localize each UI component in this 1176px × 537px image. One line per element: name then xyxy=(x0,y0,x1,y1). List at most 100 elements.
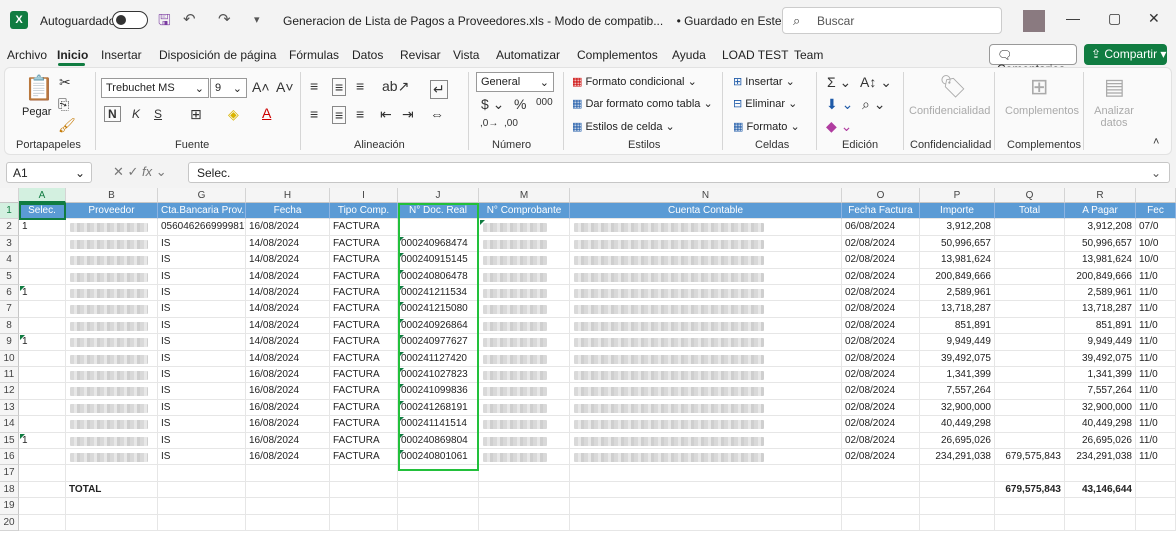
table-cell[interactable]: 679,575,843 xyxy=(995,481,1065,499)
sort-filter-icon[interactable]: A↕ ⌄ xyxy=(860,74,892,91)
table-cell[interactable] xyxy=(19,301,66,318)
table-cell[interactable]: 13,981,624 xyxy=(1065,252,1136,269)
percent-icon[interactable]: % xyxy=(514,96,526,112)
tab-automatizar[interactable]: Automatizar xyxy=(496,48,560,62)
header-cell[interactable]: Total xyxy=(995,203,1065,220)
table-cell[interactable] xyxy=(570,481,842,499)
table-cell[interactable]: 02/08/2024 xyxy=(842,432,920,449)
table-cell[interactable] xyxy=(66,514,158,531)
row-header[interactable]: 12 xyxy=(0,383,19,400)
table-cell[interactable] xyxy=(479,268,570,285)
font-size-select[interactable]: 9 ⌄ xyxy=(210,78,247,98)
tab-revisar[interactable]: Revisar xyxy=(400,48,441,62)
tab-datos[interactable]: Datos xyxy=(352,48,383,62)
redo-icon[interactable]: ↷ xyxy=(218,10,231,28)
table-cell[interactable] xyxy=(158,465,246,482)
table-cell[interactable] xyxy=(479,219,570,236)
table-cell[interactable]: IS xyxy=(158,432,246,449)
tab-disposicion[interactable]: Disposición de página xyxy=(159,48,276,62)
table-cell[interactable] xyxy=(570,399,842,417)
table-cell[interactable]: 200,849,666 xyxy=(920,268,995,285)
table-cell[interactable]: 000240801061 xyxy=(398,449,479,466)
table-cell[interactable]: IS xyxy=(158,350,246,367)
table-cell[interactable] xyxy=(995,334,1065,351)
table-cell[interactable]: 50,996,657 xyxy=(920,235,995,253)
table-cell[interactable] xyxy=(19,481,66,499)
table-cell[interactable] xyxy=(66,432,158,449)
table-cell[interactable] xyxy=(995,252,1065,269)
table-cell[interactable] xyxy=(66,301,158,318)
currency-icon[interactable]: $ ⌄ xyxy=(481,96,504,113)
table-cell[interactable]: 3,912,208 xyxy=(1065,219,1136,236)
table-cell[interactable] xyxy=(479,367,570,384)
table-cell[interactable] xyxy=(66,383,158,400)
table-cell[interactable] xyxy=(995,416,1065,433)
table-cell[interactable] xyxy=(995,350,1065,367)
table-cell[interactable] xyxy=(246,465,330,482)
table-cell[interactable] xyxy=(19,416,66,433)
table-cell[interactable]: 16/08/2024 xyxy=(246,399,330,417)
row-header[interactable]: 7 xyxy=(0,301,19,318)
tab-vista[interactable]: Vista xyxy=(453,48,479,62)
row-header[interactable]: 8 xyxy=(0,317,19,335)
conditional-format-button[interactable]: ▦ Formato condicional ⌄ xyxy=(572,75,697,88)
format-cells-button[interactable]: ▦ Formato ⌄ xyxy=(733,120,800,133)
table-cell[interactable]: IS xyxy=(158,383,246,400)
table-cell[interactable] xyxy=(66,268,158,285)
table-cell[interactable]: 000240968474 xyxy=(398,235,479,253)
table-cell[interactable]: 000241099836 xyxy=(398,383,479,400)
table-cell[interactable] xyxy=(19,383,66,400)
table-cell[interactable] xyxy=(842,514,920,531)
table-cell[interactable]: 2,589,961 xyxy=(1065,285,1136,302)
table-cell[interactable] xyxy=(479,383,570,400)
table-cell[interactable] xyxy=(570,514,842,531)
table-cell[interactable] xyxy=(158,514,246,531)
table-cell[interactable]: 000241127420 xyxy=(398,350,479,367)
table-cell[interactable] xyxy=(19,317,66,335)
header-cell[interactable]: Cta.Bancaria Prov. xyxy=(158,203,246,220)
table-cell[interactable]: 02/08/2024 xyxy=(842,334,920,351)
table-cell[interactable]: 02/08/2024 xyxy=(842,252,920,269)
table-cell[interactable] xyxy=(479,432,570,449)
table-cell[interactable]: IS xyxy=(158,268,246,285)
table-cell[interactable]: 7,557,264 xyxy=(920,383,995,400)
wrap-text-icon[interactable]: ↵ xyxy=(430,80,448,99)
table-cell[interactable] xyxy=(66,235,158,253)
header-cell[interactable]: Cuenta Contable xyxy=(570,203,842,220)
tab-complementos[interactable]: Complementos xyxy=(577,48,658,62)
table-cell[interactable] xyxy=(842,481,920,499)
name-box[interactable]: A1 ⌄ xyxy=(6,162,92,183)
insert-cells-button[interactable]: ⊞ Insertar ⌄ xyxy=(733,75,795,88)
table-cell[interactable]: FACTURA xyxy=(330,301,398,318)
table-cell[interactable] xyxy=(570,465,842,482)
table-cell[interactable]: 02/08/2024 xyxy=(842,268,920,285)
table-cell[interactable]: 02/08/2024 xyxy=(842,350,920,367)
table-cell[interactable]: 02/08/2024 xyxy=(842,416,920,433)
table-cell[interactable] xyxy=(19,514,66,531)
row-header[interactable]: 1 xyxy=(0,203,19,220)
column-header[interactable]: R xyxy=(1065,188,1136,203)
table-cell[interactable]: 14/08/2024 xyxy=(246,285,330,302)
table-cell[interactable]: 10/0 xyxy=(1136,252,1176,269)
table-cell[interactable]: 1 xyxy=(19,285,66,302)
table-cell[interactable]: FACTURA xyxy=(330,449,398,466)
table-cell[interactable] xyxy=(995,235,1065,253)
autosum-icon[interactable]: Σ ⌄ xyxy=(827,74,851,91)
row-header[interactable]: 20 xyxy=(0,514,19,531)
table-cell[interactable] xyxy=(570,301,842,318)
table-cell[interactable] xyxy=(570,498,842,515)
collapse-ribbon-icon[interactable]: ˄ xyxy=(1153,136,1159,148)
spreadsheet-grid[interactable]: A B G H I J M N O P Q R 1 2 3 4 5 6 7 8 9 10 11 12 13 14 15 16 17 18 1… xyxy=(0,188,1176,537)
table-cell[interactable]: 851,891 xyxy=(920,317,995,335)
number-format-select[interactable]: General ⌄ xyxy=(476,72,554,92)
table-cell[interactable] xyxy=(66,350,158,367)
table-cell[interactable] xyxy=(66,416,158,433)
header-cell[interactable]: Proveedor xyxy=(66,203,158,220)
table-cell[interactable]: FACTURA xyxy=(330,334,398,351)
table-cell[interactable]: 000240977627 xyxy=(398,334,479,351)
align-middle-icon[interactable]: ≡ xyxy=(332,78,347,96)
cut-icon[interactable]: ✂ xyxy=(59,74,71,91)
decrease-font-icon[interactable]: A˅ xyxy=(276,79,294,95)
delete-cells-button[interactable]: ⊟ Eliminar ⌄ xyxy=(733,97,797,110)
row-header[interactable]: 14 xyxy=(0,416,19,433)
